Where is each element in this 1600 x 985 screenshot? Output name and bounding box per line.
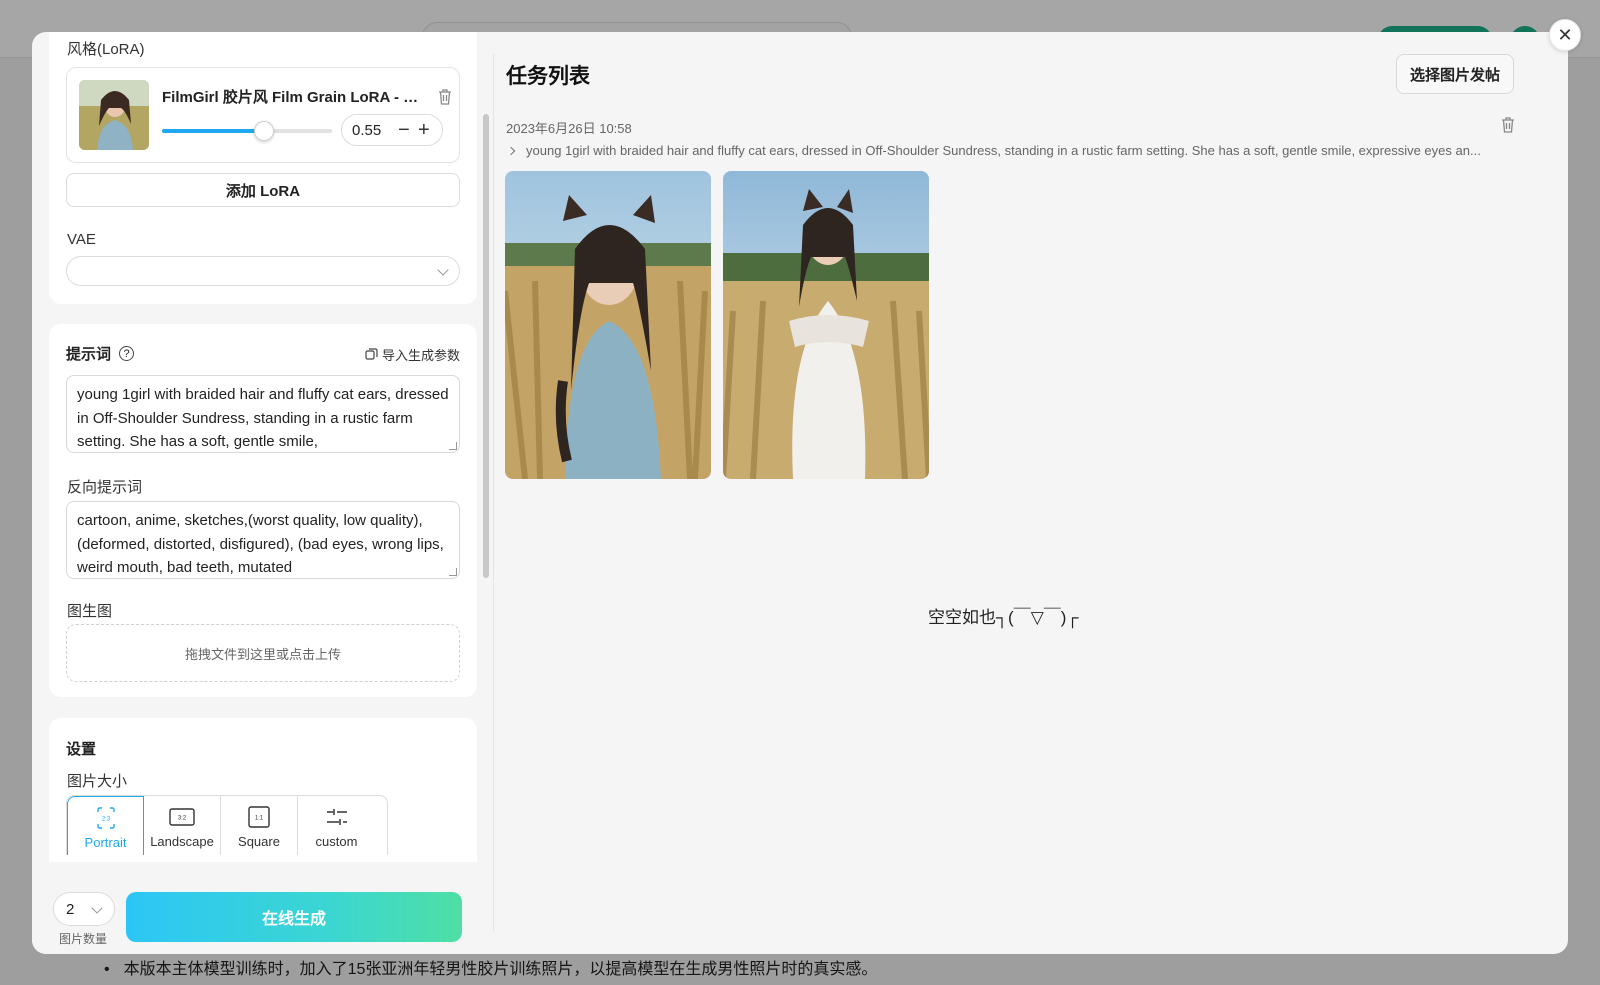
image-size-label: 图片大小 <box>67 773 128 790</box>
increment-button[interactable]: + <box>418 118 430 142</box>
size-option-square[interactable]: 1:1 Square <box>221 796 298 855</box>
lora-weight-value[interactable]: 0.55 <box>352 122 381 139</box>
settings-title: 设置 <box>66 741 97 758</box>
settings-panel: 风格(LoRA) FilmGirl 胶片风 Film Grain LoRA - … <box>32 32 494 954</box>
lora-card: 风格(LoRA) FilmGirl 胶片风 Film Grain LoRA - … <box>49 32 477 304</box>
square-ratio-icon: 1:1 <box>248 806 270 828</box>
lora-weight-stepper: 0.55 − + <box>341 114 443 146</box>
landscape-ratio-icon: 3:2 <box>169 806 195 828</box>
size-option-label: Landscape <box>150 834 214 849</box>
resize-handle[interactable] <box>449 442 457 450</box>
img2img-label: 图生图 <box>67 603 113 620</box>
import-params-label: 导入生成参数 <box>381 348 460 363</box>
close-icon: ✕ <box>1557 24 1573 45</box>
svg-text:3:2: 3:2 <box>178 816 187 822</box>
negative-prompt-input[interactable]: cartoon, anime, sketches,(worst quality,… <box>66 501 460 579</box>
decrement-button[interactable]: − <box>398 118 410 142</box>
settings-scrollbar[interactable] <box>483 114 489 578</box>
image-count-label: 图片数量 <box>59 932 108 946</box>
image-count-select[interactable]: 2 <box>53 892 115 926</box>
resize-handle[interactable] <box>449 568 457 576</box>
result-image[interactable] <box>505 171 711 479</box>
lora-delete-icon[interactable] <box>437 88 453 106</box>
import-params-button[interactable]: 导入生成参数 <box>365 345 460 364</box>
chevron-down-icon <box>437 264 449 276</box>
lora-weight-slider[interactable] <box>162 121 332 141</box>
select-images-to-post-button[interactable]: 选择图片发帖 <box>1396 54 1514 94</box>
help-icon[interactable]: ? <box>119 346 135 361</box>
panel-divider <box>493 54 494 932</box>
size-option-label: Portrait <box>84 835 127 850</box>
prompt-input[interactable]: young 1girl with braided hair and fluffy… <box>66 375 460 453</box>
size-option-label: custom <box>315 834 358 849</box>
generate-button[interactable]: 在线生成 <box>126 892 462 942</box>
lora-title: FilmGirl 胶片风 Film Grain LoRA - V... <box>162 89 420 106</box>
task-prompt-toggle[interactable]: young 1girl with braided hair and fluffy… <box>508 143 1514 158</box>
size-option-label: Square <box>238 834 280 849</box>
svg-text:1:1: 1:1 <box>255 816 264 822</box>
lora-thumbnail <box>79 80 149 150</box>
negative-prompt-text: cartoon, anime, sketches,(worst quality,… <box>77 512 444 576</box>
lora-section-label: 风格(LoRA) <box>67 41 145 58</box>
prompt-label-row: 提示词 ? <box>66 343 135 364</box>
chevron-right-icon <box>508 146 516 155</box>
settings-card: 设置 图片大小 2:3 Portrait 3:2 Landscape 1:1 S… <box>49 718 477 862</box>
empty-state-text: 空空如也┐(￣▽￣)┌ <box>928 608 1079 627</box>
task-timestamp: 2023年6月26日 10:58 <box>506 121 632 136</box>
svg-text:2:3: 2:3 <box>101 817 110 823</box>
portrait-ratio-icon: 2:3 <box>96 807 115 829</box>
image-size-options: 2:3 Portrait 3:2 Landscape 1:1 Square cu… <box>66 795 388 855</box>
negative-prompt-label: 反向提示词 <box>67 479 143 496</box>
import-icon <box>365 348 378 360</box>
task-list-title: 任务列表 <box>506 65 590 88</box>
image-count-value: 2 <box>66 901 75 918</box>
task-delete-icon[interactable] <box>1500 116 1516 134</box>
vae-select[interactable] <box>66 256 460 286</box>
lora-item: FilmGirl 胶片风 Film Grain LoRA - V... 0.55… <box>66 67 460 163</box>
slider-fill <box>162 129 264 133</box>
generation-modal: 风格(LoRA) FilmGirl 胶片风 Film Grain LoRA - … <box>32 32 1568 954</box>
slider-handle[interactable] <box>254 121 274 141</box>
size-option-portrait[interactable]: 2:3 Portrait <box>67 796 144 855</box>
prompt-label: 提示词 <box>66 346 112 363</box>
vae-label: VAE <box>67 231 96 248</box>
size-option-custom[interactable]: custom <box>298 796 375 855</box>
chevron-down-icon <box>91 902 103 914</box>
size-option-landscape[interactable]: 3:2 Landscape <box>144 796 221 855</box>
close-modal-button[interactable]: ✕ <box>1549 19 1581 51</box>
prompt-text: young 1girl with braided hair and fluffy… <box>77 386 449 450</box>
task-prompt-text: young 1girl with braided hair and fluffy… <box>526 143 1481 158</box>
generate-bar: 2 图片数量 在线生成 <box>32 862 493 954</box>
sliders-icon <box>326 806 348 828</box>
result-image[interactable] <box>723 171 929 479</box>
img2img-upload-zone[interactable]: 拖拽文件到这里或点击上传 <box>66 624 460 682</box>
settings-scroll-area[interactable]: 风格(LoRA) FilmGirl 胶片风 Film Grain LoRA - … <box>32 32 494 862</box>
prompt-card: 提示词 ? 导入生成参数 young 1girl with braided ha… <box>49 324 477 697</box>
add-lora-button[interactable]: 添加 LoRA <box>66 173 460 207</box>
